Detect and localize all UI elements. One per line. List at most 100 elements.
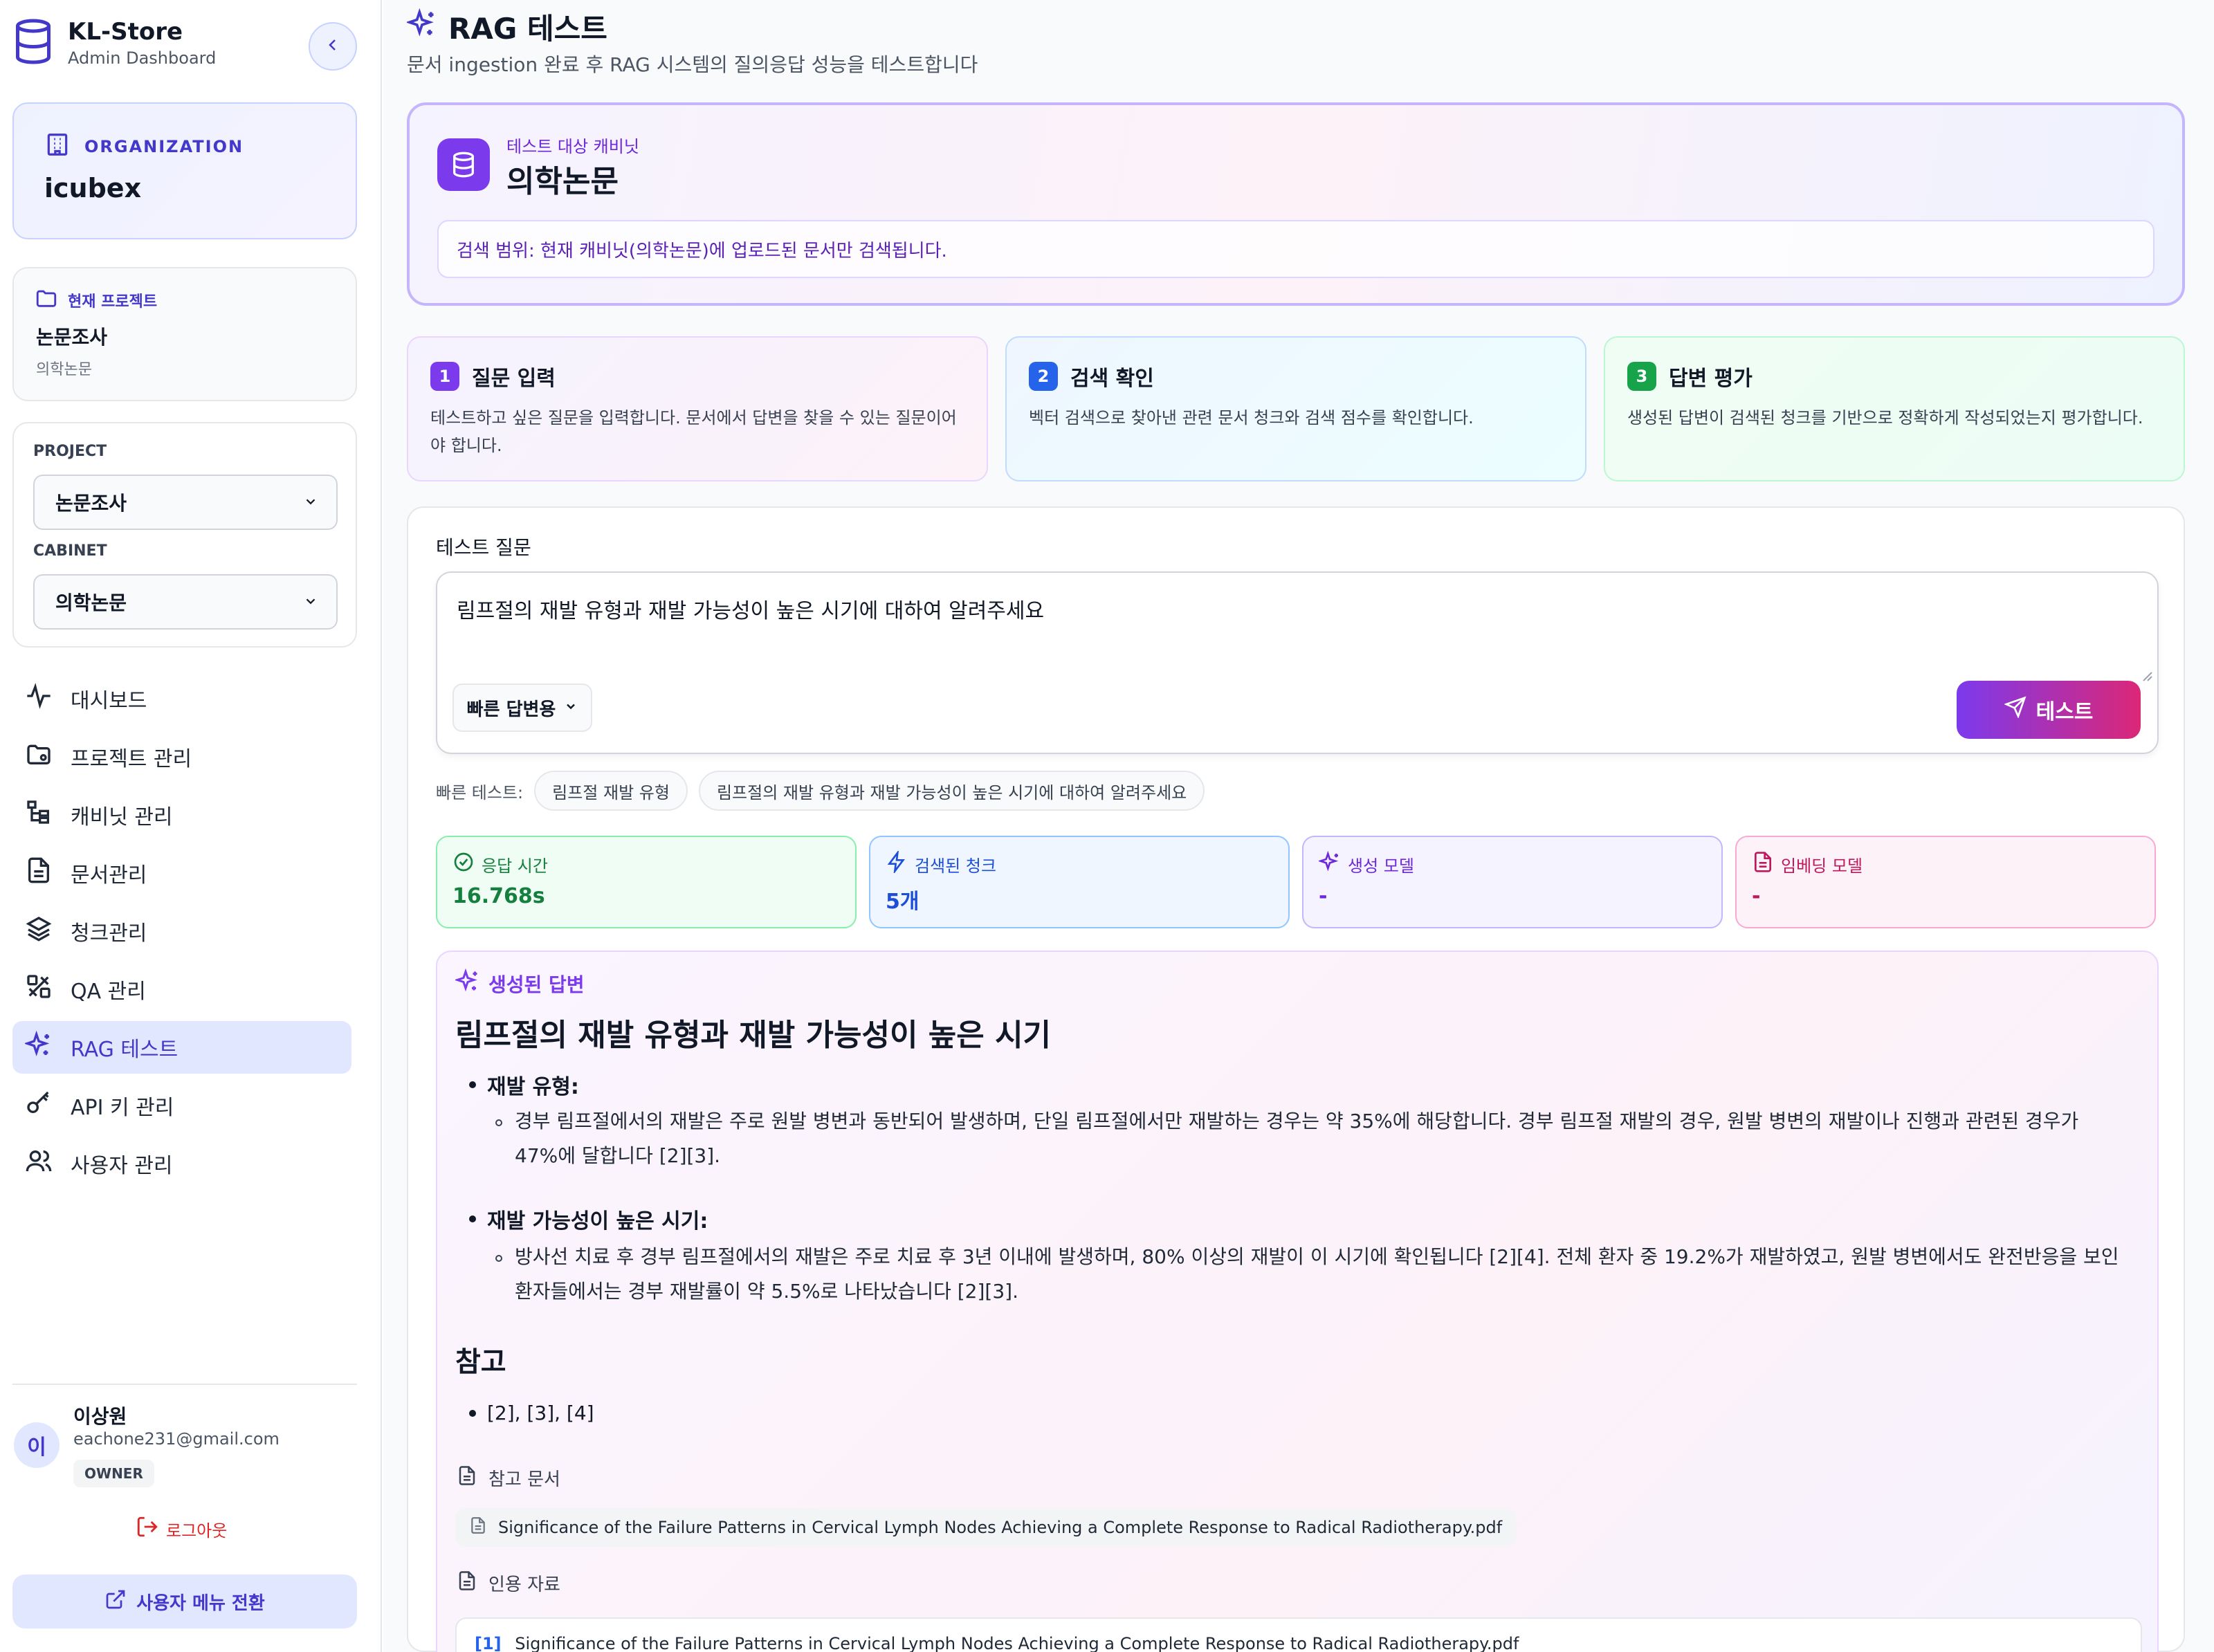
metric-value: - [1752,884,1761,908]
brand-title: KL-Store [68,18,183,46]
chevron-down-icon [303,591,318,614]
generated-answer-panel: 생성된 답변 림프절의 재발 유형과 재발 가능성이 높은 시기 재발 유형: … [436,951,2159,1652]
reference-docs-label: 참고 문서 [457,1465,560,1491]
question-text[interactable]: 림프절의 재발 유형과 재발 가능성이 높은 시기에 대하여 알려주세요 [457,594,1044,624]
sidebar-item-label: 대시보드 [71,689,147,713]
sparkles-icon [1317,850,1348,877]
question-label: 테스트 질문 [436,536,531,559]
question-input[interactable]: 림프절의 재발 유형과 재발 가능성이 높은 시기에 대하여 알려주세요 빠른 … [436,571,2159,754]
external-link-icon [104,1588,136,1615]
answer-label: 생성된 답변 [488,973,585,996]
sidebar-item-label: 캐비닛 관리 [71,805,173,829]
resize-handle-icon[interactable] [2141,670,2153,685]
project-select-value: 논문조사 [55,492,127,515]
metric-retrieved-chunks: 검색된 청크 5개 [869,836,1290,928]
answer-sub-item: 경부 림프절에서의 재발은 주로 원발 병변과 동반되어 발생하며, 단일 림프… [495,1104,2128,1173]
sidebar-item-api-keys[interactable]: API 키 관리 [12,1079,351,1132]
collapse-sidebar-button[interactable] [309,22,357,71]
user-role-badge: OWNER [73,1460,154,1487]
tools-icon [25,973,71,1006]
target-cabinet-card: 테스트 대상 캐비닛 의학논문 검색 범위: 현재 캐비닛(의학논문)에 업로드… [407,102,2185,306]
page-title-text: RAG 테스트 [448,12,607,46]
step-title: 검색 확인 [1070,367,1154,391]
reference-doc-name: Significance of the Failure Patterns in … [498,1518,1503,1537]
organization-label: ORGANIZATION [84,137,244,156]
project-select-label: PROJECT [33,443,107,460]
step-description: 생성된 답변이 검색된 청크를 기반으로 정확하게 작성되었는지 평가합니다. [1627,408,2143,428]
user-name: 이상원 [73,1405,127,1428]
quick-tests-label: 빠른 테스트: [436,782,524,802]
avatar: 이 [14,1422,60,1468]
project-select[interactable]: 논문조사 [33,475,338,530]
model-select-value: 빠른 답변용 [466,699,556,720]
database-icon [437,138,490,191]
citation-text: Significance of the Failure Patterns in … [515,1634,1519,1652]
document-icon [457,1570,488,1596]
quick-tests: 빠른 테스트: 림프절 재발 유형 림프절의 재발 유형과 재발 가능성이 높은… [436,771,1205,811]
citation-number: [1] [475,1634,502,1652]
answer-sub-item: 방사선 치료 후 경부 림프절에서의 재발은 주로 치료 후 3년 이내에 발생… [495,1240,2128,1309]
brand[interactable]: KL-Store Admin Dashboard [12,17,216,69]
model-select[interactable]: 빠른 답변용 [452,683,592,732]
answer-line: 환자들에서는 경부 재발률이 약 5.5%로 나타났습니다 [2][3]. [515,1280,1018,1303]
metric-embedding-model: 임베딩 모델 - [1735,836,2156,928]
sidebar-item-cabinets[interactable]: 캐비닛 관리 [12,789,351,841]
logout-label: 로그아웃 [166,1521,228,1541]
cabinet-select-label: CABINET [33,542,107,560]
sidebar-item-users[interactable]: 사용자 관리 [12,1137,351,1190]
step-description: 테스트하고 싶은 질문을 입력합니다. 문서에서 답변을 찾을 수 있는 질문이… [430,408,957,455]
target-cabinet-label: 테스트 대상 캐비닛 [506,137,639,156]
sidebar-item-projects[interactable]: 프로젝트 관리 [12,731,351,783]
check-circle-icon [452,851,482,877]
sidebar-item-label: 프로젝트 관리 [71,747,192,771]
switch-user-menu-label: 사용자 메뉴 전환 [136,1593,265,1614]
sidebar-item-dashboard[interactable]: 대시보드 [12,672,351,725]
main-content: RAG 테스트 문서 ingestion 완료 후 RAG 시스템의 질의응답 … [383,0,2214,1652]
page-subtitle: 문서 ingestion 완료 후 RAG 시스템의 질의응답 성능을 테스트합… [407,53,978,76]
document-icon [469,1516,498,1539]
sparkles-icon [405,8,448,46]
step-card-evaluate: 3 답변 평가 생성된 답변이 검색된 청크를 기반으로 정확하게 작성되었는지… [1604,336,2185,481]
quick-test-chip[interactable]: 림프절의 재발 유형과 재발 가능성이 높은 시기에 대하여 알려주세요 [698,771,1205,811]
citations-label: 인용 자료 [457,1570,560,1596]
key-icon [25,1089,71,1122]
selector-card: PROJECT 논문조사 CABINET 의학논문 [12,422,357,648]
step-number: 2 [1029,362,1058,391]
answer-bullet: 재발 유형: [469,1070,579,1100]
lightning-icon [886,849,915,877]
document-icon [25,856,71,890]
sidebar-item-documents[interactable]: 문서관리 [12,847,351,899]
logout-button[interactable]: 로그아웃 [136,1515,227,1543]
sidebar-item-chunks[interactable]: 청크관리 [12,905,351,957]
answer-line: 47%에 달합니다 [2][3]. [515,1144,721,1167]
users-icon [25,1147,71,1180]
page-title: RAG 테스트 [405,6,607,48]
sidebar: KL-Store Admin Dashboard ORGANIZATION ic… [0,0,382,1652]
cabinet-select[interactable]: 의학논문 [33,574,338,630]
sidebar-item-label: 문서관리 [71,863,147,888]
current-project-card[interactable]: 현재 프로젝트 논문조사 의학논문 [12,267,357,401]
sidebar-item-rag-test[interactable]: RAG 테스트 [12,1021,351,1074]
citation-item[interactable]: [1] Significance of the Failure Patterns… [455,1617,2142,1652]
reference-doc-chip[interactable]: Significance of the Failure Patterns in … [455,1508,1517,1547]
target-cabinet-name: 의학논문 [506,164,619,199]
step-number: 3 [1627,362,1656,391]
current-project-name: 논문조사 [36,326,108,349]
sparkles-icon [24,1030,71,1064]
quick-test-chip[interactable]: 림프절 재발 유형 [534,771,688,811]
folder-icon [35,286,68,314]
sidebar-item-label: RAG 테스트 [71,1038,179,1062]
sidebar-item-qa[interactable]: QA 관리 [12,963,351,1016]
document-icon [1752,851,1781,877]
organization-card: ORGANIZATION icubex [12,102,357,239]
metric-value: 5개 [886,890,920,914]
test-submit-button[interactable]: 테스트 [1957,681,2141,739]
metric-label: 임베딩 모델 [1781,856,1863,876]
answer-bullet: 재발 가능성이 높은 시기: [469,1204,708,1234]
sparkles-icon [454,968,488,998]
layers-icon [25,915,71,948]
sidebar-item-label: 사용자 관리 [71,1154,173,1178]
cabinet-select-value: 의학논문 [55,591,127,614]
switch-user-menu-button[interactable]: 사용자 메뉴 전환 [12,1575,357,1628]
sidebar-nav: 대시보드 프로젝트 관리 캐비닛 관리 문서관리 청크관리 QA 관리 RAG … [12,672,351,1195]
